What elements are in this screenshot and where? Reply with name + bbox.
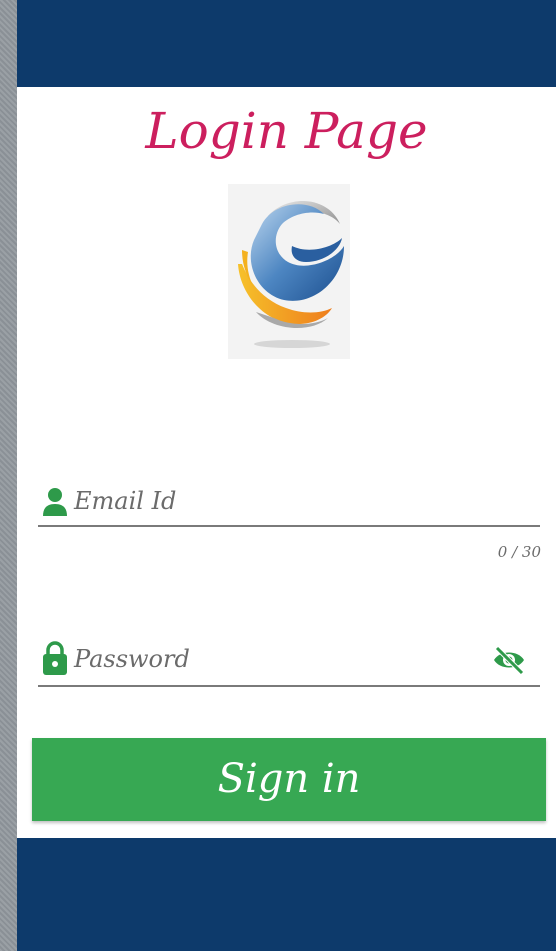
- email-character-counter: 0 / 30: [497, 543, 541, 561]
- password-field[interactable]: Password: [38, 637, 540, 687]
- top-app-bar: [17, 0, 556, 87]
- password-input[interactable]: Password: [74, 645, 190, 673]
- login-card: Login Page Email Id 0 / 30 Password Sign…: [17, 87, 556, 838]
- bottom-bar: [17, 838, 556, 951]
- email-field[interactable]: Email Id: [38, 479, 540, 527]
- eye-off-icon[interactable]: [492, 645, 526, 679]
- person-icon: [42, 487, 68, 521]
- page-title: Login Page: [145, 102, 428, 160]
- lock-icon: [42, 640, 68, 680]
- sign-in-button[interactable]: Sign in: [32, 738, 546, 821]
- logo: [228, 184, 350, 359]
- email-input[interactable]: Email Id: [74, 487, 176, 515]
- globe-logo-icon: [238, 201, 344, 348]
